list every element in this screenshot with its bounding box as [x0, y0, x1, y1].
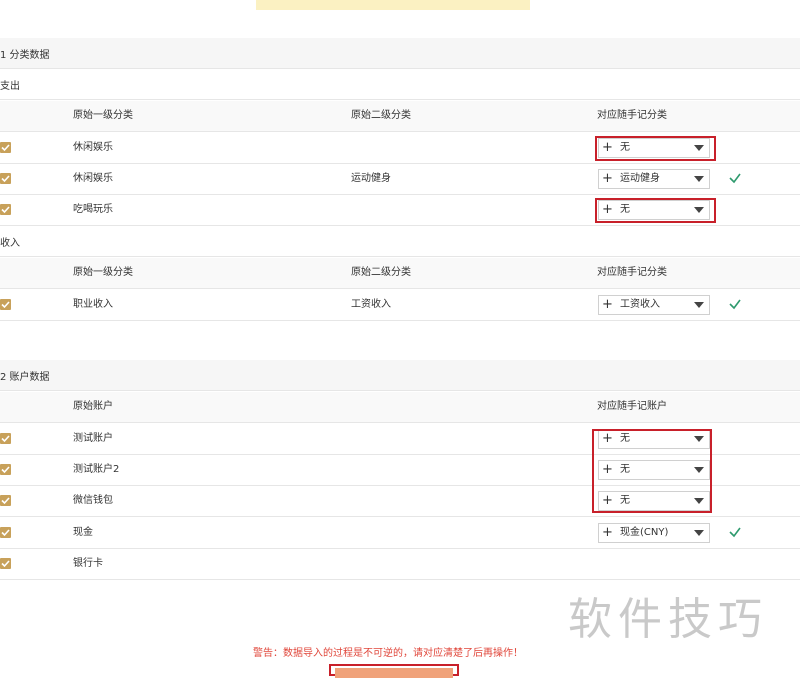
group-label: 收入	[0, 237, 20, 249]
section-title: 1 分类数据	[0, 49, 50, 61]
level1-cell: 吃喝玩乐	[73, 204, 113, 215]
matched-check-icon	[729, 527, 741, 538]
matched-check-icon	[729, 299, 741, 310]
row-checkbox[interactable]	[0, 495, 11, 506]
select-value: 现金(CNY)	[620, 527, 669, 538]
row-checkbox[interactable]	[0, 558, 11, 569]
table-row: 休闲娱乐 运动健身 + 运动健身	[0, 164, 800, 195]
header-mapped: 对应随手记分类	[597, 110, 667, 121]
highlight-box	[329, 664, 459, 678]
account-cell: 测试账户2	[73, 464, 120, 475]
header-mapped: 对应随手记分类	[597, 267, 667, 278]
plus-icon: +	[602, 297, 613, 312]
level1-cell: 休闲娱乐	[73, 142, 113, 153]
dropdown-arrow-icon	[694, 176, 704, 182]
table-row: 现金 + 现金(CNY)	[0, 518, 800, 549]
category-select[interactable]: + 工资收入	[598, 295, 710, 315]
select-value: 运动健身	[620, 173, 660, 184]
row-checkbox[interactable]	[0, 299, 11, 310]
plus-icon: +	[602, 525, 613, 540]
group-income: 收入	[0, 226, 800, 257]
header-level2: 原始二级分类	[351, 267, 411, 278]
table-row: 银行卡	[0, 549, 800, 580]
highlight-box	[592, 429, 712, 513]
account-cell: 微信钱包	[73, 495, 113, 506]
matched-check-icon	[729, 173, 741, 184]
row-checkbox[interactable]	[0, 527, 11, 538]
table-header-income: 原始一级分类 原始二级分类 对应随手记分类	[0, 258, 800, 289]
row-checkbox[interactable]	[0, 204, 11, 215]
row-checkbox[interactable]	[0, 464, 11, 475]
table-header-accounts: 原始账户 对应随手记账户	[0, 392, 800, 423]
section-header-categories: 1 分类数据	[0, 38, 800, 69]
dropdown-arrow-icon	[694, 302, 704, 308]
level2-cell: 运动健身	[351, 173, 391, 184]
group-label: 支出	[0, 80, 20, 92]
account-cell: 测试账户	[73, 433, 113, 444]
level1-cell: 职业收入	[73, 299, 113, 310]
account-cell: 现金	[73, 527, 93, 538]
level2-cell: 工资收入	[351, 299, 391, 310]
row-checkbox[interactable]	[0, 433, 11, 444]
select-value: 工资收入	[620, 299, 660, 310]
highlight-box	[595, 136, 716, 161]
watermark: 软件技巧	[568, 594, 768, 645]
highlight-box	[595, 198, 716, 223]
warning-text: 警告：数据导入的过程是不可逆的，请对应清楚了后再操作！	[253, 648, 523, 659]
table-header-expense: 原始一级分类 原始二级分类 对应随手记分类	[0, 101, 800, 132]
plus-icon: +	[602, 171, 613, 186]
account-select[interactable]: + 现金(CNY)	[598, 523, 710, 543]
header-level2: 原始二级分类	[351, 110, 411, 121]
category-select[interactable]: + 运动健身	[598, 169, 710, 189]
table-row: 职业收入 工资收入 + 工资收入	[0, 290, 800, 321]
header-level1: 原始一级分类	[73, 110, 133, 121]
group-expense: 支出	[0, 69, 800, 100]
level1-cell: 休闲娱乐	[73, 173, 113, 184]
dropdown-arrow-icon	[694, 530, 704, 536]
header-level1: 原始一级分类	[73, 267, 133, 278]
section-header-accounts: 2 账户数据	[0, 360, 800, 391]
section-title: 2 账户数据	[0, 371, 50, 383]
import-button[interactable]	[335, 668, 453, 678]
row-checkbox[interactable]	[0, 173, 11, 184]
header-account: 原始账户	[73, 401, 113, 412]
top-banner	[256, 0, 530, 10]
header-mapped-account: 对应随手记账户	[597, 401, 667, 412]
account-cell: 银行卡	[73, 558, 103, 569]
row-checkbox[interactable]	[0, 142, 11, 153]
